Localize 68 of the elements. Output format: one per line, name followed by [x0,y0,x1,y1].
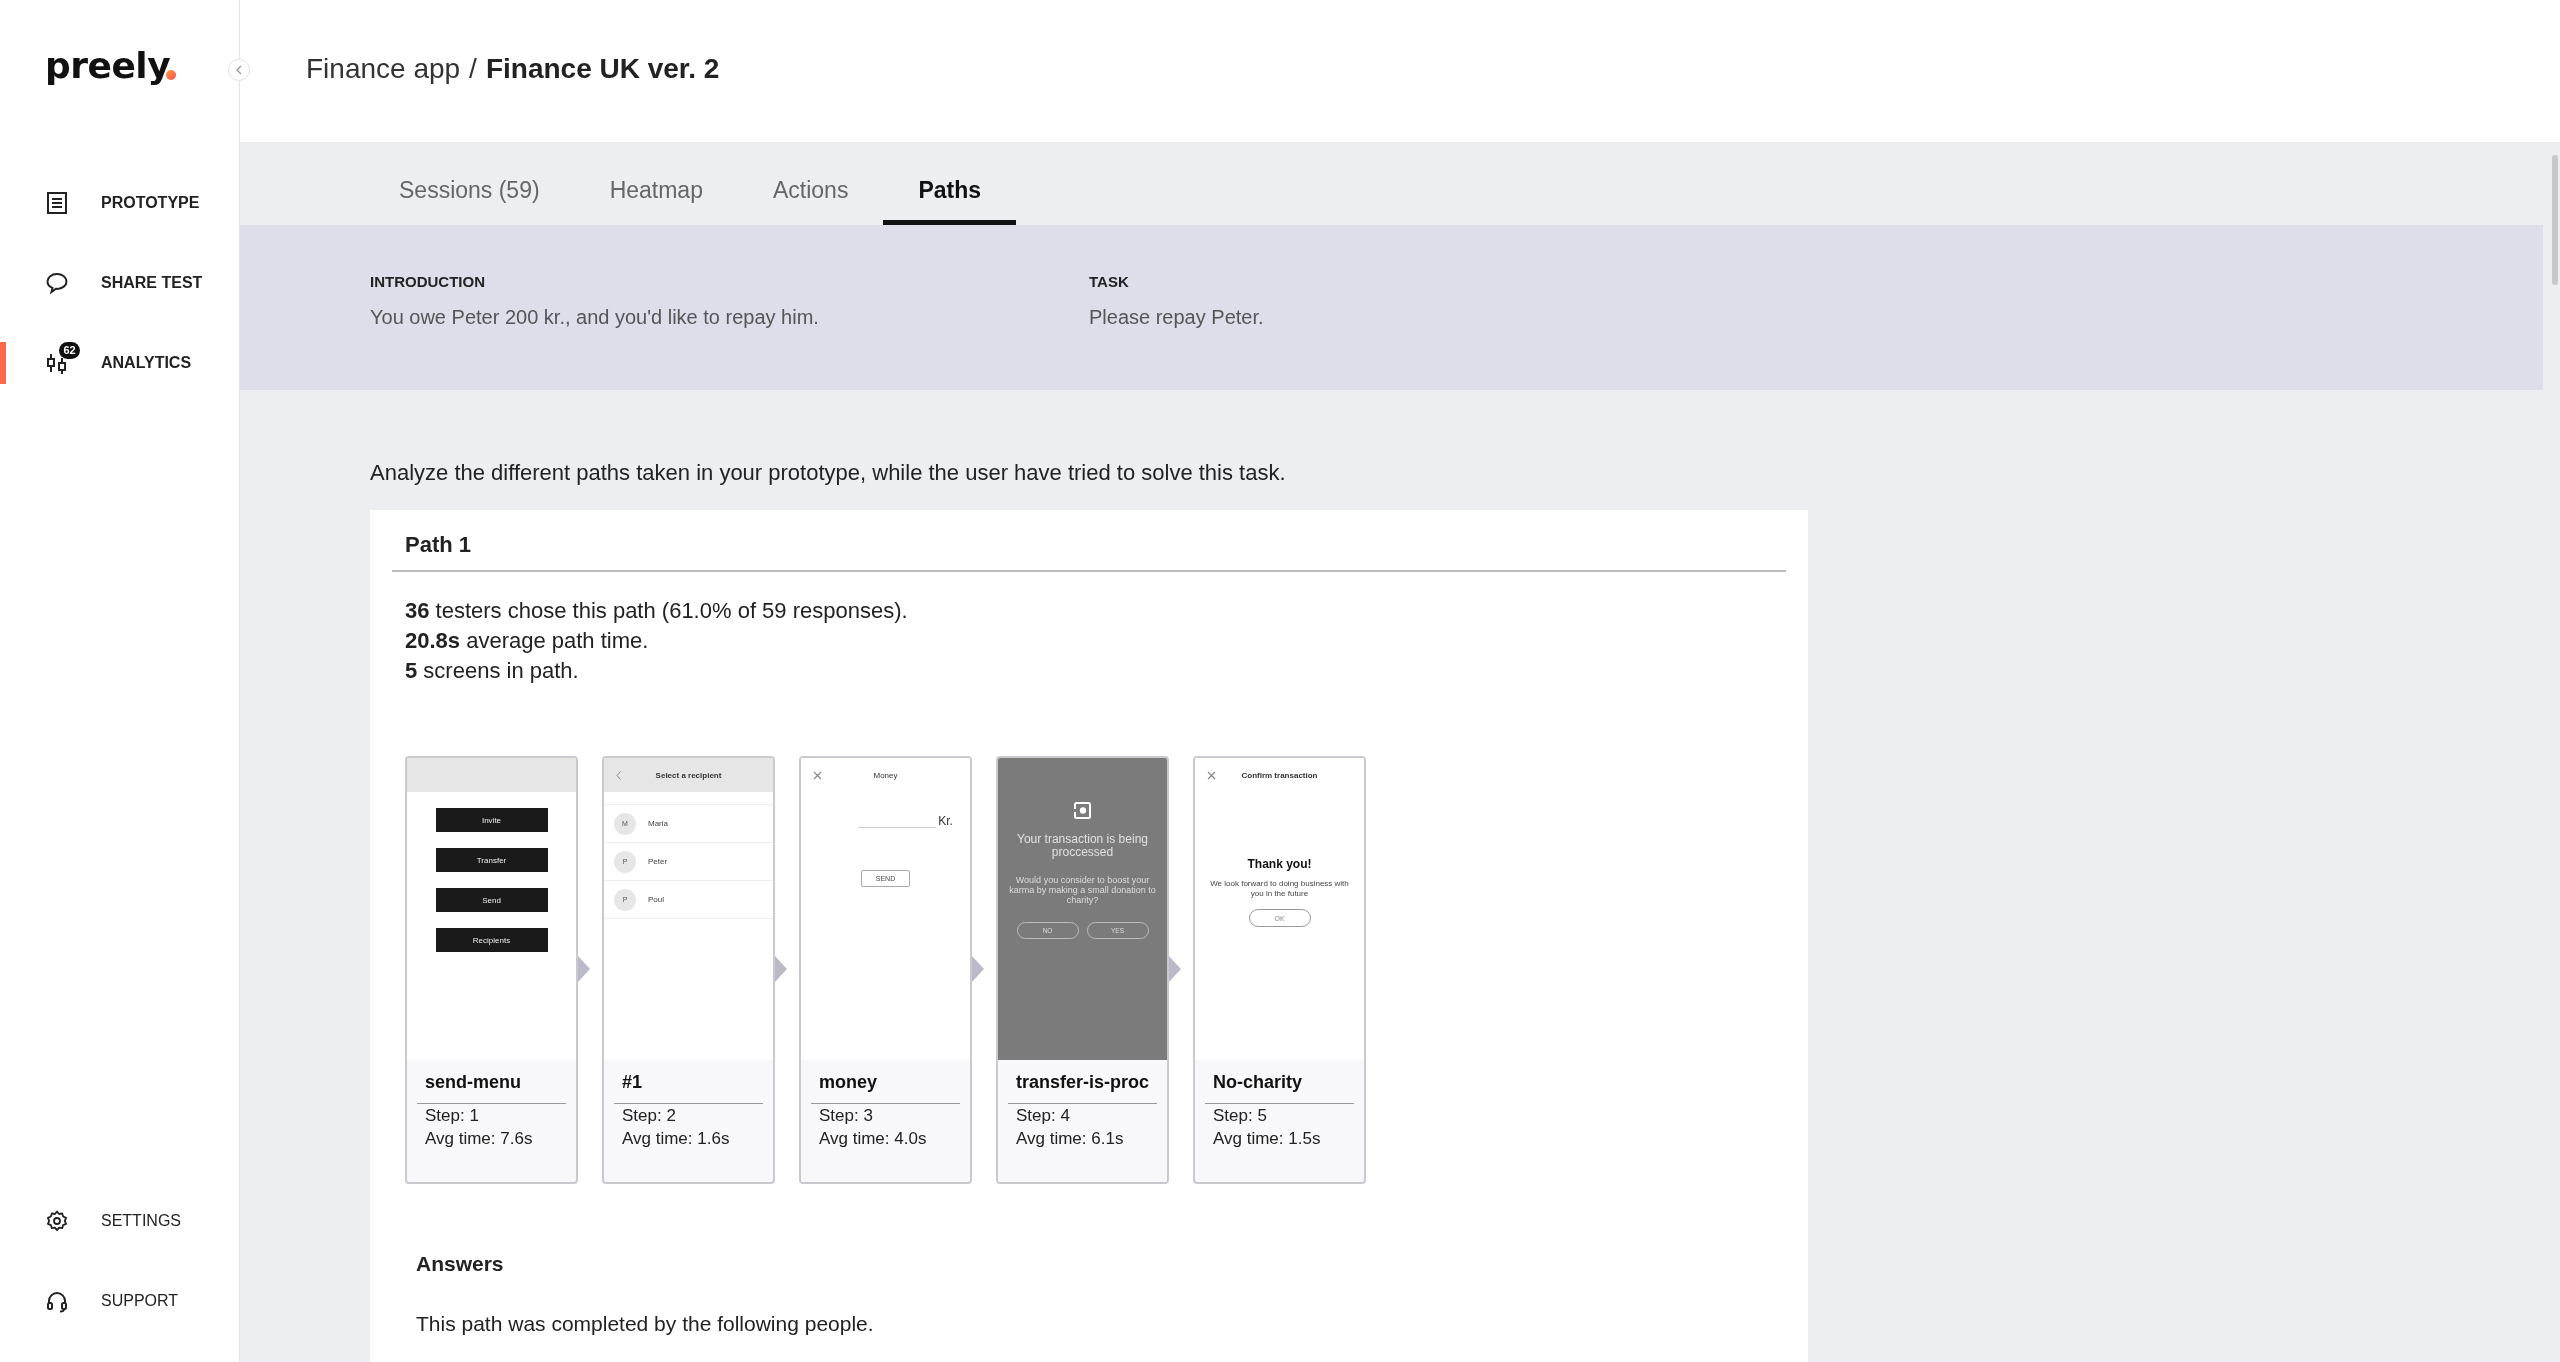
close-icon [813,771,822,780]
speech-bubble-icon [45,271,69,295]
close-icon [1207,771,1216,780]
arrow-icon [972,956,984,982]
back-icon [616,771,621,780]
step-label: Step: 3 [818,1105,874,1127]
step-label: Step: 2 [621,1105,677,1127]
answers-text: This path was completed by the following people. [416,1312,875,1336]
nav-item[interactable]: SUPPORT [0,1280,239,1322]
collapse-button[interactable] [228,59,250,81]
avg-time-label: Avg time: 7.6s [424,1128,534,1150]
tab[interactable]: Heatmap [574,177,738,225]
nav-item[interactable]: SETTINGS [0,1200,239,1242]
nav-item[interactable]: PROTOTYPE [0,182,239,224]
notification-badge: 62 [59,342,80,359]
arrow-icon [1169,956,1181,982]
page-title: Finance UK ver. 2 [485,53,720,85]
scrollbar[interactable] [2552,155,2558,285]
screen-name: send-menu [417,1072,566,1104]
menu-option: Transfer [435,848,548,872]
contact-name: Poul [648,895,664,904]
logo[interactable]: preely [45,44,177,88]
screen-name: #1 [614,1072,763,1104]
answers-heading: Answers [416,1252,505,1276]
screen-heading: Thank you! [1247,857,1312,871]
stat-line: 20.8s average path time. [405,627,650,655]
tab[interactable]: Sessions (59) [364,177,575,225]
payment-icon [1074,802,1091,819]
screen-text: We look forward to doing business with you in the future [1209,879,1350,899]
arrow-icon [578,956,590,982]
menu-option: Recipients [435,928,548,952]
contact-name: Maria [648,819,668,828]
headset-icon [45,1289,69,1313]
section-heading: INTRODUCTION [370,273,486,290]
avg-time-label: Avg time: 4.0s [818,1128,928,1150]
section-text: You owe Peter 200 kr., and you'd like to repay him. [370,306,820,329]
screen-name: money [811,1072,960,1104]
avg-time-label: Avg time: 1.5s [1212,1128,1322,1150]
screen-text: Would you consider to boost your karma by making a small donation to charity? [1008,875,1157,905]
avg-time-label: Avg time: 6.1s [1015,1128,1125,1150]
screen-heading: Your transaction is being proccessed [1016,833,1149,859]
step-label: Step: 1 [424,1105,480,1127]
contact-name: Peter [648,857,668,866]
stat-line: 36 testers chose this path (61.0% of 59 responses). [405,597,909,625]
nav-item[interactable]: SHARE TEST [0,262,239,304]
screen-title: Confirm transaction [1241,770,1318,780]
path-title: Path 1 [392,510,1786,572]
tab[interactable]: Actions [737,177,884,225]
screen-name: transfer-is-proc [1008,1072,1157,1104]
step-label: Step: 5 [1212,1105,1268,1127]
breadcrumb-separator: / [469,53,477,85]
screen-title: Select a recipient [655,770,722,780]
avg-time-label: Avg time: 1.6s [621,1128,731,1150]
menu-option: Send [435,888,548,912]
settings-icon [45,1209,69,1233]
section-text: Please repay Peter. [1089,306,1265,329]
section-heading: TASK [1089,273,1130,290]
menu-option: Invite [435,808,548,832]
screen-title: Money [873,770,898,780]
screen-name: No-charity [1205,1072,1354,1104]
instruction-text: Analyze the different paths taken in your prototype, while the user have tried to solve this task. [370,460,1287,486]
arrow-icon [775,956,787,982]
chevron-left-icon [235,65,243,75]
step-label: Step: 4 [1015,1105,1071,1127]
document-icon [45,191,69,215]
breadcrumb-link[interactable]: Finance app [306,53,461,85]
currency-label: Kr. [938,814,953,828]
stat-line: 5 screens in path. [405,657,580,685]
